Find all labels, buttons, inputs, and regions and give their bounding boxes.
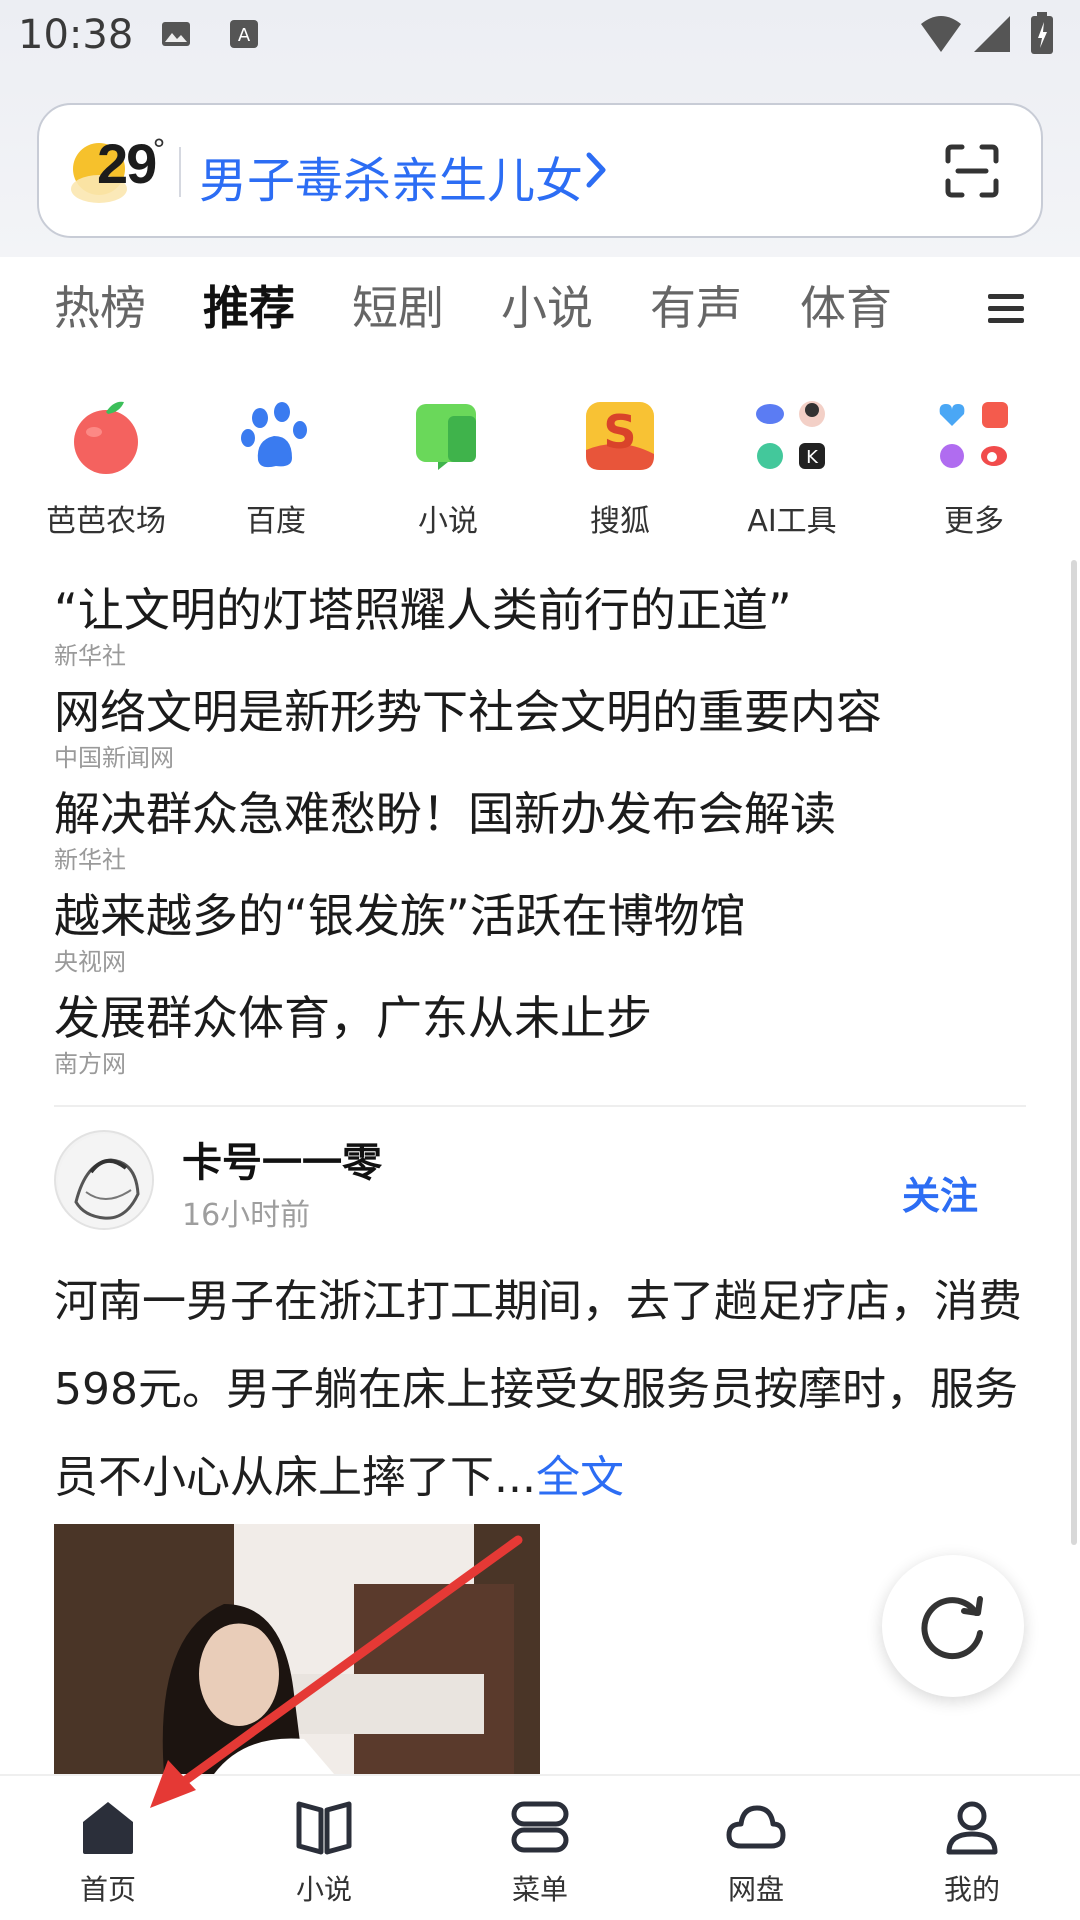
post-author[interactable]: 卡号一一零 [182, 1130, 382, 1188]
apple-icon [74, 401, 138, 474]
tab-recommend[interactable]: 推荐 [203, 272, 295, 338]
hot-title[interactable]: 网络文明是新形势下社会文明的重要内容 [54, 682, 1014, 742]
sohu-icon: S [586, 402, 654, 470]
avatar[interactable] [54, 1130, 154, 1230]
hot-source: 新华社 [54, 846, 126, 874]
hot-title[interactable]: 发展群众体育，广东从未止步 [54, 988, 1014, 1048]
post-image[interactable] [54, 1524, 540, 1774]
nav-home[interactable]: 首页 [0, 1776, 216, 1920]
svg-text:K: K [806, 447, 819, 468]
tab-novel[interactable]: 小说 [501, 272, 593, 338]
avatar-sketch-icon [58, 1134, 152, 1228]
hot-source: 中国新闻网 [54, 744, 174, 772]
more-grid-icon [939, 402, 1008, 468]
app-label: 百度 [246, 504, 306, 539]
tab-short-drama[interactable]: 短剧 [352, 272, 444, 338]
tab-sports[interactable]: 体育 [800, 272, 892, 338]
app-sohu[interactable]: S 搜狐 [534, 390, 706, 540]
nav-cloud[interactable]: 网盘 [648, 1776, 864, 1920]
hot-title[interactable]: 解决群众急难愁盼！国新办发布会解读 [54, 784, 1014, 844]
app-label: AI工具 [747, 504, 837, 539]
read-more-link[interactable]: 全文 [536, 1452, 624, 1503]
hot-item[interactable]: 发展群众体育，广东从未止步 南方网 [54, 988, 1014, 1090]
app-baba-farm[interactable]: 芭芭农场 [20, 390, 192, 540]
app-novel[interactable]: 小说 [362, 390, 534, 540]
nav-label: 网盘 [727, 1873, 784, 1906]
app-baidu[interactable]: 百度 [190, 390, 362, 540]
app-label: 搜狐 [590, 504, 650, 539]
ai-tools-grid-icon: K [756, 401, 825, 469]
nav-profile[interactable]: 我的 [864, 1776, 1080, 1920]
image-icon [162, 22, 190, 46]
refresh-icon [921, 1596, 983, 1660]
chevron-right-icon [586, 152, 606, 188]
search-query[interactable]: 男子毒杀亲生儿女 [199, 141, 583, 211]
hot-source: 新华社 [54, 642, 126, 670]
hot-news-list: “让文明的灯塔照耀人类前行的正道” 新华社 网络文明是新形势下社会文明的重要内容… [54, 580, 1014, 1090]
app-more[interactable]: 更多 [888, 390, 1060, 540]
tab-audio[interactable]: 有声 [650, 272, 742, 338]
quick-apps: 芭芭农场 百度 小说 S 搜狐 K AI工具 更多 [0, 390, 1080, 540]
hamburger-menu-icon[interactable] [986, 288, 1026, 328]
signal-icon [974, 16, 1010, 52]
degree-symbol: ° [152, 133, 166, 166]
divider [54, 1105, 1026, 1107]
scan-icon[interactable] [944, 143, 1000, 199]
svg-text:A: A [238, 25, 251, 46]
hot-item[interactable]: 网络文明是新形势下社会文明的重要内容 中国新闻网 [54, 682, 1014, 784]
hot-title[interactable]: 越来越多的“银发族”活跃在博物馆 [54, 886, 1014, 946]
hot-source: 央视网 [54, 948, 126, 976]
search-bar[interactable]: 29 ° 男子毒杀亲生儿女 [37, 103, 1043, 238]
bottom-nav: 首页 小说 菜单 网盘 我的 [0, 1774, 1080, 1920]
search-divider [179, 147, 181, 197]
app-label: 芭芭农场 [46, 504, 166, 539]
tab-hot[interactable]: 热榜 [54, 272, 146, 338]
hot-item[interactable]: “让文明的灯塔照耀人类前行的正道” 新华社 [54, 580, 1014, 682]
svg-text:S: S [603, 405, 636, 459]
nav-label: 小说 [295, 1873, 352, 1906]
nav-label: 首页 [79, 1873, 136, 1906]
menu-stack-icon [511, 1801, 569, 1853]
app-label: 小说 [418, 504, 478, 539]
post-body[interactable]: 河南一男子在浙江打工期间，去了趟足疗店，消费598元。男子躺在床上接受女服务员按… [54, 1258, 1026, 1522]
nav-novel[interactable]: 小说 [216, 1776, 432, 1920]
nav-label: 菜单 [511, 1873, 568, 1906]
status-bar: 10:38 A [0, 0, 1080, 72]
paw-icon [241, 402, 307, 468]
app-label: 更多 [944, 504, 1004, 539]
follow-button[interactable]: 关注 [902, 1165, 978, 1220]
cloud-icon [726, 1805, 786, 1849]
temperature: 29 [97, 132, 157, 195]
nav-label: 我的 [943, 1873, 1000, 1906]
home-icon [83, 1802, 133, 1854]
hot-item[interactable]: 越来越多的“银发族”活跃在博物馆 央视网 [54, 886, 1014, 988]
wifi-icon [921, 16, 961, 52]
post-photo [54, 1524, 540, 1774]
hot-title[interactable]: “让文明的灯塔照耀人类前行的正道” [54, 580, 1014, 640]
app-ai-tools[interactable]: K AI工具 [706, 390, 878, 540]
open-book-icon [296, 1801, 352, 1855]
book-green-icon [416, 404, 476, 470]
nav-menu[interactable]: 菜单 [432, 1776, 648, 1920]
channel-tabs: 热榜 推荐 短剧 小说 有声 体育 [0, 262, 1080, 352]
post-time: 16小时前 [182, 1198, 311, 1233]
user-icon [946, 1801, 998, 1855]
text-a-icon: A [230, 20, 258, 48]
scrollbar[interactable] [1071, 560, 1077, 1545]
refresh-button[interactable] [882, 1555, 1024, 1697]
battery-icon [1031, 12, 1053, 54]
hot-source: 南方网 [54, 1050, 126, 1078]
hot-item[interactable]: 解决群众急难愁盼！国新办发布会解读 新华社 [54, 784, 1014, 886]
status-time: 10:38 [18, 12, 134, 58]
